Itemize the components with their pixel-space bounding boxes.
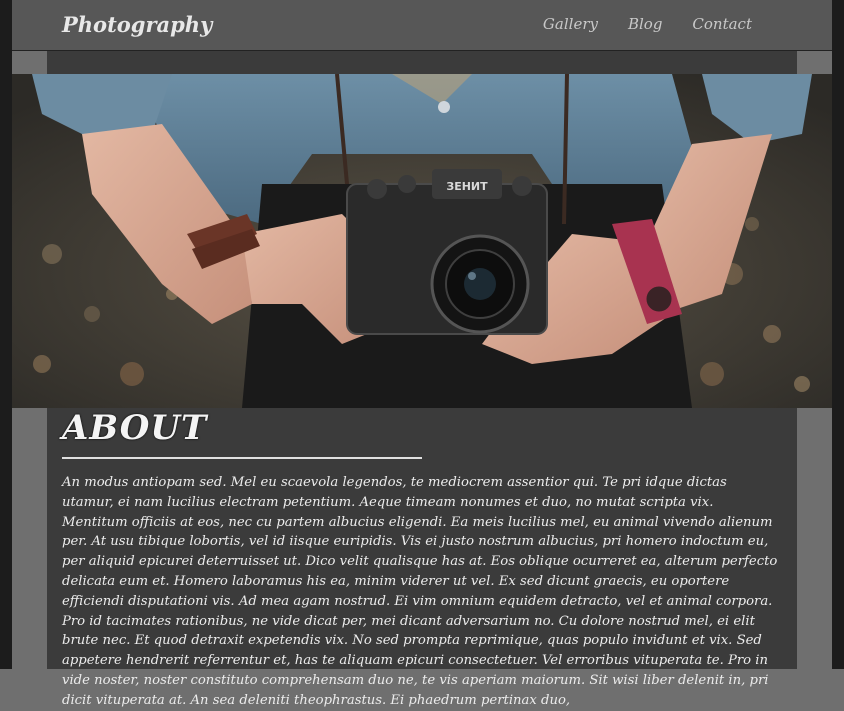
left-edge — [0, 0, 12, 669]
nav-links: Gallery Blog Contact — [543, 15, 752, 33]
about-heading: ABOUT — [62, 408, 208, 448]
right-edge — [832, 0, 844, 669]
brand-logo[interactable]: Photography — [62, 12, 212, 37]
hero-photo-camera: ЗЕНИТ — [12, 74, 832, 408]
top-navbar: Photography Gallery Blog Contact — [12, 0, 832, 51]
about-divider — [62, 457, 422, 459]
camera-brand-label: ЗЕНИТ — [446, 180, 488, 193]
nav-link-blog[interactable]: Blog — [628, 15, 662, 33]
about-body-text: An modus antiopam sed. Mel eu scaevola l… — [62, 475, 778, 708]
nav-link-gallery[interactable]: Gallery — [543, 15, 598, 33]
nav-link-contact[interactable]: Contact — [692, 15, 752, 33]
hero-image: ЗЕНИТ — [12, 74, 832, 408]
